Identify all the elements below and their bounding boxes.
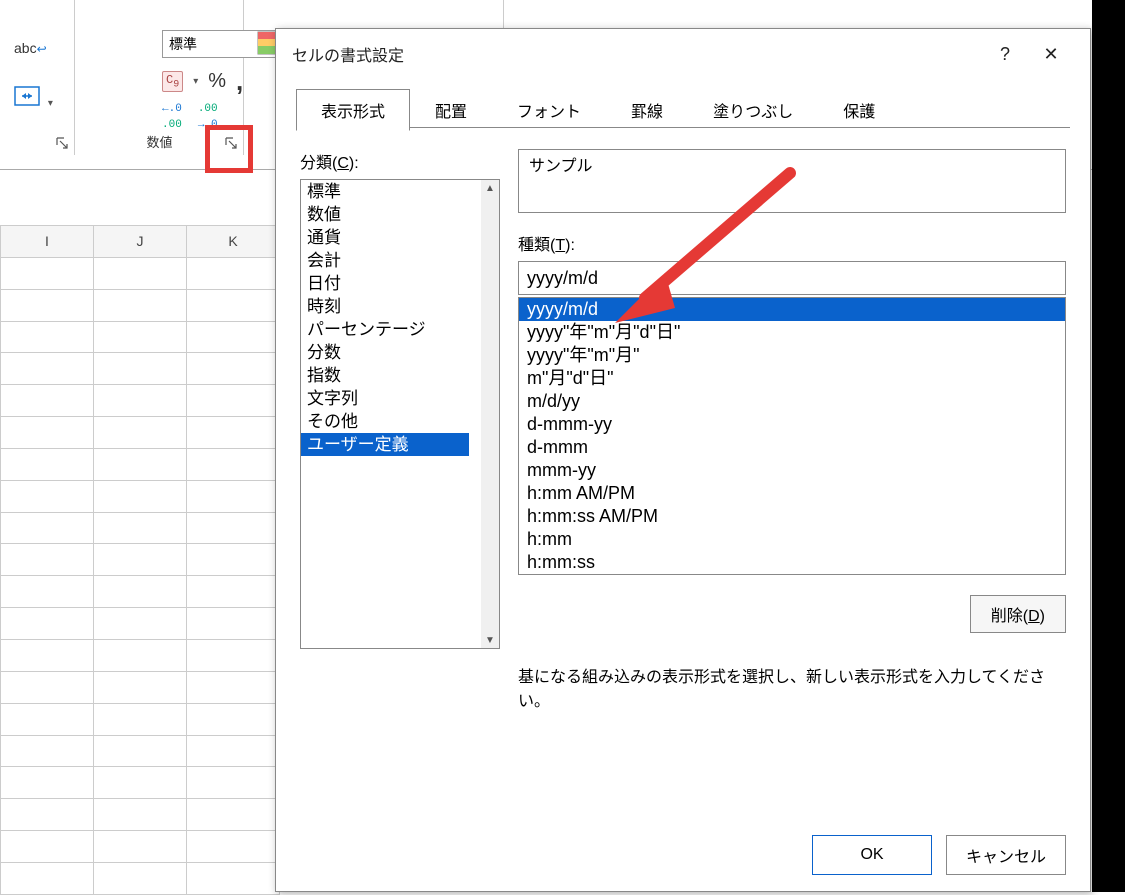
- scroll-down-icon[interactable]: ▼: [481, 632, 499, 648]
- type-item[interactable]: d-mmm-yy: [519, 413, 1065, 436]
- tab-border[interactable]: 罫線: [606, 89, 688, 131]
- scrollbar[interactable]: ▲ ▼: [481, 180, 499, 648]
- sample-label: サンプル: [529, 152, 1055, 176]
- annotation-highlight-box: [205, 125, 253, 173]
- category-item[interactable]: 指数: [301, 364, 499, 387]
- launcher-icon: [55, 136, 69, 150]
- category-item[interactable]: ユーザー定義: [301, 433, 469, 456]
- cancel-button[interactable]: キャンセル: [946, 835, 1066, 875]
- type-item[interactable]: yyyy"年"m"月": [519, 344, 1065, 367]
- dialog-tabs: 表示形式 配置 フォント 罫線 塗りつぶし 保護: [296, 89, 1070, 131]
- tab-number-format[interactable]: 表示形式: [296, 89, 410, 131]
- type-item[interactable]: m"月"d"日": [519, 367, 1065, 390]
- help-text: 基になる組み込みの表示形式を選択し、新しい表示形式を入力してください。: [518, 633, 1066, 711]
- dialog-help-button[interactable]: ?: [982, 31, 1028, 77]
- type-listbox[interactable]: yyyy/m/dyyyy"年"m"月"d"日"yyyy"年"m"月"m"月"d"…: [518, 297, 1066, 575]
- col-header[interactable]: J: [94, 226, 187, 258]
- wrap-text-button[interactable]: abc↩: [14, 40, 47, 56]
- type-label: 種類(T):: [518, 231, 1066, 255]
- type-item[interactable]: d-mmm: [519, 436, 1065, 459]
- category-listbox[interactable]: 標準数値通貨会計日付時刻パーセンテージ分数指数文字列その他ユーザー定義 ▲ ▼: [300, 179, 500, 649]
- category-item[interactable]: 数値: [301, 203, 499, 226]
- percent-button[interactable]: %: [208, 70, 226, 93]
- number-icons-row1: C9 ▾ % ,: [162, 66, 243, 97]
- type-item[interactable]: h:mm: [519, 528, 1065, 551]
- sample-box: サンプル: [518, 149, 1066, 213]
- dialog-title: セルの書式設定: [292, 42, 404, 66]
- col-header[interactable]: K: [187, 226, 280, 258]
- type-item[interactable]: h:mm:ss: [519, 551, 1065, 574]
- category-item[interactable]: 分数: [301, 341, 499, 364]
- type-item[interactable]: yyyy"年"m"月"d"日": [519, 321, 1065, 344]
- type-item[interactable]: mmm-yy: [519, 459, 1065, 482]
- number-format-value: 標準: [169, 34, 197, 54]
- type-item[interactable]: h:mm:ss AM/PM: [519, 505, 1065, 528]
- category-item[interactable]: その他: [301, 410, 499, 433]
- merge-icon: [14, 86, 40, 106]
- right-pane: サンプル 種類(T): yyyy/m/dyyyy"年"m"月"d"日"yyyy"…: [518, 149, 1066, 711]
- currency-button[interactable]: C9: [162, 71, 183, 92]
- scroll-up-icon[interactable]: ▲: [481, 180, 499, 196]
- category-label: 分類(C):: [300, 149, 500, 173]
- category-item[interactable]: 通貨: [301, 226, 499, 249]
- increase-decimal-button[interactable]: ←.0.00: [162, 100, 182, 132]
- category-item[interactable]: 日付: [301, 272, 499, 295]
- col-header[interactable]: I: [1, 226, 94, 258]
- type-item[interactable]: h:mm AM/PM: [519, 482, 1065, 505]
- dialog-titlebar[interactable]: セルの書式設定 ? ✕: [276, 29, 1090, 79]
- category-item[interactable]: 文字列: [301, 387, 499, 410]
- merge-cells-button[interactable]: ▾: [14, 86, 53, 109]
- tab-alignment[interactable]: 配置: [410, 89, 492, 131]
- category-item[interactable]: 時刻: [301, 295, 499, 318]
- delete-button[interactable]: 削除(D): [970, 595, 1066, 633]
- tab-font[interactable]: フォント: [492, 89, 606, 131]
- tab-protection[interactable]: 保護: [818, 89, 900, 131]
- dialog-footer: OK キャンセル: [276, 819, 1090, 891]
- number-group-label: 数値: [146, 132, 172, 151]
- type-input[interactable]: [518, 261, 1066, 295]
- category-item[interactable]: パーセンテージ: [301, 318, 499, 341]
- category-item[interactable]: 標準: [301, 180, 499, 203]
- comma-button[interactable]: ,: [236, 66, 243, 97]
- format-cells-dialog: セルの書式設定 ? ✕ 表示形式 配置 フォント 罫線 塗りつぶし 保護 分類(…: [275, 28, 1091, 892]
- ribbon-group-alignment: abc↩ ▾: [0, 0, 75, 155]
- category-pane: 分類(C): 標準数値通貨会計日付時刻パーセンテージ分数指数文字列その他ユーザー…: [300, 149, 500, 711]
- ok-button[interactable]: OK: [812, 835, 932, 875]
- window-edge: [1092, 0, 1125, 892]
- spreadsheet-grid[interactable]: I J K: [0, 225, 280, 895]
- category-item[interactable]: 会計: [301, 249, 499, 272]
- type-item[interactable]: yyyy/m/d: [519, 298, 1065, 321]
- alignment-launcher[interactable]: [54, 135, 70, 151]
- tab-fill[interactable]: 塗りつぶし: [688, 89, 818, 131]
- type-item[interactable]: m/d/yy: [519, 390, 1065, 413]
- dialog-body: 分類(C): 標準数値通貨会計日付時刻パーセンテージ分数指数文字列その他ユーザー…: [276, 131, 1090, 819]
- dialog-close-button[interactable]: ✕: [1028, 31, 1074, 77]
